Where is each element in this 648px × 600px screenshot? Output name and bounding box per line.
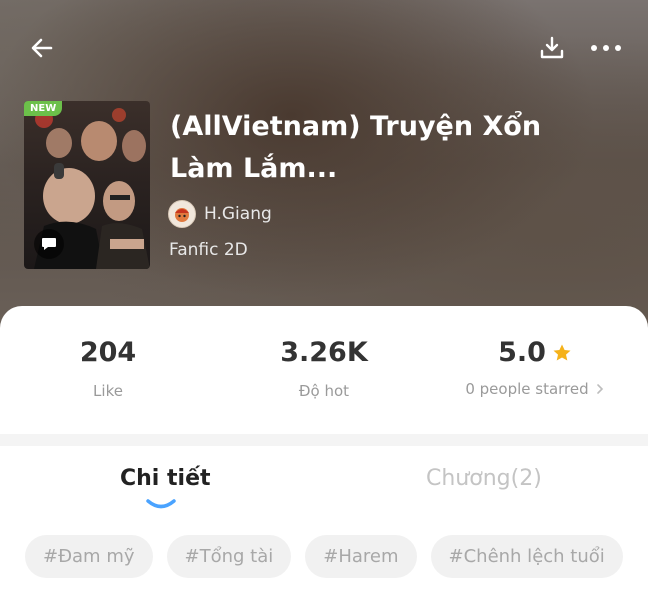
- author-link[interactable]: H.Giang: [168, 200, 272, 228]
- story-title: (AllVietnam) Truyện Xổn Làm Lắm...: [170, 111, 542, 184]
- tag-chenh-lech-tuoi[interactable]: #Chênh lệch tuổi: [430, 535, 623, 578]
- tag-tong-tai[interactable]: #Tổng tài: [166, 535, 292, 578]
- likes-label: Like: [93, 382, 123, 400]
- avatar-image: [175, 208, 189, 222]
- rating-value: 5.0: [498, 337, 546, 368]
- hot-label: Độ hot: [298, 382, 350, 400]
- stats-row: 204 Like 3.26K Độ hot 5.0 0 people starr…: [0, 306, 648, 436]
- chevron-right-icon: [596, 384, 603, 394]
- comment-badge: [34, 229, 64, 259]
- avatar: [168, 200, 196, 228]
- more-button[interactable]: [584, 28, 628, 68]
- hot-count: 3.26K: [280, 337, 368, 368]
- star-icon: [553, 344, 571, 361]
- tab-indicator: [146, 499, 176, 509]
- download-icon: [540, 36, 564, 59]
- tab-details[interactable]: Chi tiết: [120, 466, 211, 491]
- back-arrow-icon: [31, 38, 53, 58]
- comment-icon: [42, 238, 56, 250]
- download-button[interactable]: [532, 28, 572, 68]
- hot-stat: 3.26K Độ hot: [244, 334, 404, 400]
- story-detail-panel: 204 Like 3.26K Độ hot 5.0 0 people starr…: [0, 306, 648, 600]
- story-header: NEW (AllVietnam) Truyện Xổn Làm Lắm... H…: [0, 0, 648, 330]
- likes-stat: 204 Like: [48, 334, 168, 400]
- new-badge: NEW: [24, 101, 63, 116]
- section-divider: [0, 434, 648, 446]
- tag-harem[interactable]: #Harem: [305, 535, 417, 578]
- tab-chapters[interactable]: Chương(2): [426, 466, 542, 491]
- likes-count: 204: [79, 337, 137, 368]
- more-icon: [591, 45, 621, 51]
- story-cover[interactable]: NEW: [24, 101, 150, 269]
- rating-label: 0 people starred: [465, 380, 589, 398]
- rating-stat[interactable]: 5.0 0 people starred: [450, 334, 620, 398]
- tag-list: #Đam mỹ #Tổng tài #Harem #Chênh lệch tuổ…: [25, 535, 623, 578]
- author-name: H.Giang: [204, 204, 272, 224]
- tag-dam-my[interactable]: #Đam mỹ: [25, 535, 153, 578]
- back-button[interactable]: [22, 28, 62, 68]
- genre-label: Fanfic 2D: [169, 240, 248, 260]
